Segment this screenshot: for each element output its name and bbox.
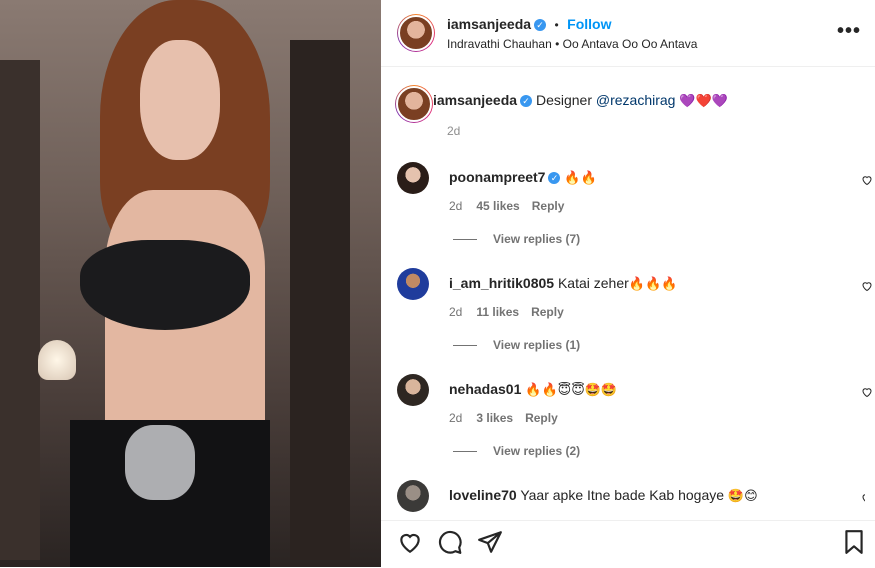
caption-avatar[interactable] xyxy=(395,85,433,123)
like-heart-icon[interactable] xyxy=(397,529,423,555)
replies-divider xyxy=(453,345,477,347)
post-media[interactable] xyxy=(0,0,381,567)
comment-item: i_am_hritik0805 Katai zeher🔥🔥🔥 2d 11 like… xyxy=(395,268,872,368)
audio-info[interactable]: Indravathi Chauhan • Oo Antava Oo Oo Ant… xyxy=(447,37,697,51)
commenter-avatar[interactable] xyxy=(397,480,429,512)
person-belt xyxy=(125,425,195,500)
audio-separator: • xyxy=(555,37,560,51)
audio-artist: Indravathi Chauhan xyxy=(447,37,552,51)
comment-likes[interactable]: 3 likes xyxy=(476,411,513,425)
caption-time[interactable]: 2d xyxy=(447,124,460,138)
comment-time[interactable]: 2d xyxy=(449,411,462,425)
background-frame xyxy=(290,40,350,560)
caption-text: Designer xyxy=(535,92,596,108)
comment-emojis: 🤩😊 xyxy=(727,489,758,504)
background-lamp xyxy=(38,340,76,380)
comment-item: poonampreet7 ✓ 🔥🔥 2d 45 likes Reply View re… xyxy=(395,162,872,262)
heart-icon[interactable] xyxy=(861,174,873,186)
comment-body: poonampreet7 ✓ 🔥🔥 xyxy=(449,169,597,186)
post-header: iamsanjeeda ✓ • Follow Indravathi Chauhan… xyxy=(381,0,875,67)
reply-button[interactable]: Reply xyxy=(532,199,565,213)
commenter-username[interactable]: loveline70 xyxy=(449,487,517,503)
audio-track: Oo Antava Oo Oo Antava xyxy=(562,37,698,51)
author-username[interactable]: iamsanjeeda xyxy=(447,16,531,32)
reply-button[interactable]: Reply xyxy=(531,305,564,319)
author-avatar[interactable] xyxy=(397,14,435,52)
verified-icon: ✓ xyxy=(534,19,547,31)
comment-body: loveline70 Yaar apke Itne bade Kab hogay… xyxy=(449,487,758,504)
comment-likes[interactable]: 45 likes xyxy=(476,199,519,213)
comment-icon[interactable] xyxy=(437,529,463,555)
comment-meta: 2d 3 likes Reply xyxy=(449,411,558,425)
heart-icon[interactable] xyxy=(861,386,873,398)
comment-item: nehadas01 🔥🔥😇😇🤩🤩 2d 3 likes Reply View rep… xyxy=(395,374,872,474)
heart-icon[interactable] xyxy=(861,280,873,292)
header-separator: • xyxy=(554,18,559,32)
comment-body: i_am_hritik0805 Katai zeher🔥🔥🔥 xyxy=(449,275,677,292)
comment-text: Yaar apke Itne bade Kab hogaye xyxy=(520,487,725,503)
comment-meta: 2d 11 likes Reply xyxy=(449,305,564,319)
verified-icon: ✓ xyxy=(548,172,561,184)
commenter-username[interactable]: i_am_hritik0805 xyxy=(449,275,554,291)
background-door xyxy=(0,60,40,560)
more-icon[interactable]: ••• xyxy=(837,20,861,43)
comment-time[interactable]: 2d xyxy=(449,305,462,319)
commenter-avatar[interactable] xyxy=(397,162,429,194)
follow-button[interactable]: Follow xyxy=(567,16,611,32)
bookmark-icon[interactable] xyxy=(841,529,867,555)
share-icon[interactable] xyxy=(477,529,503,555)
comment-text: Katai zeher xyxy=(557,275,629,291)
comment-likes[interactable]: 11 likes xyxy=(476,305,519,319)
reply-button[interactable]: Reply xyxy=(525,411,558,425)
person-face xyxy=(140,40,220,160)
replies-divider xyxy=(453,239,477,241)
view-replies-button[interactable]: View replies (1) xyxy=(453,338,580,352)
post-panel: iamsanjeeda ✓ • Follow Indravathi Chauhan… xyxy=(381,0,875,567)
commenter-avatar[interactable] xyxy=(397,268,429,300)
commenter-avatar[interactable] xyxy=(397,374,429,406)
caption-username[interactable]: iamsanjeeda xyxy=(433,92,517,108)
comment-body: nehadas01 🔥🔥😇😇🤩🤩 xyxy=(449,381,617,398)
caption-emojis: 💜❤️💜 xyxy=(679,94,728,109)
comment-item: loveline70 Yaar apke Itne bade Kab hogay… xyxy=(395,480,865,520)
caption-mention[interactable]: @rezachirag xyxy=(596,92,676,108)
view-replies-label: View replies (2) xyxy=(493,444,581,458)
view-replies-label: View replies (1) xyxy=(493,338,581,352)
action-bar xyxy=(381,520,875,568)
comment-meta: 2d 45 likes Reply xyxy=(449,199,564,213)
comment-emojis: 🔥🔥😇😇🤩🤩 xyxy=(525,383,618,398)
verified-icon: ✓ xyxy=(520,95,533,107)
caption: iamsanjeeda ✓ Designer @rezachirag 💜❤️💜 xyxy=(433,92,728,109)
heart-icon[interactable] xyxy=(861,492,865,504)
replies-divider xyxy=(453,451,477,453)
comment-emojis: 🔥🔥 xyxy=(564,171,597,186)
comment-emojis: 🔥🔥🔥 xyxy=(628,277,678,292)
comment-time[interactable]: 2d xyxy=(449,199,462,213)
commenter-username[interactable]: nehadas01 xyxy=(449,381,521,397)
view-replies-label: View replies (7) xyxy=(493,232,581,246)
view-replies-button[interactable]: View replies (7) xyxy=(453,232,580,246)
view-replies-button[interactable]: View replies (2) xyxy=(453,444,580,458)
person-top xyxy=(80,240,250,330)
commenter-username[interactable]: poonampreet7 xyxy=(449,169,545,185)
